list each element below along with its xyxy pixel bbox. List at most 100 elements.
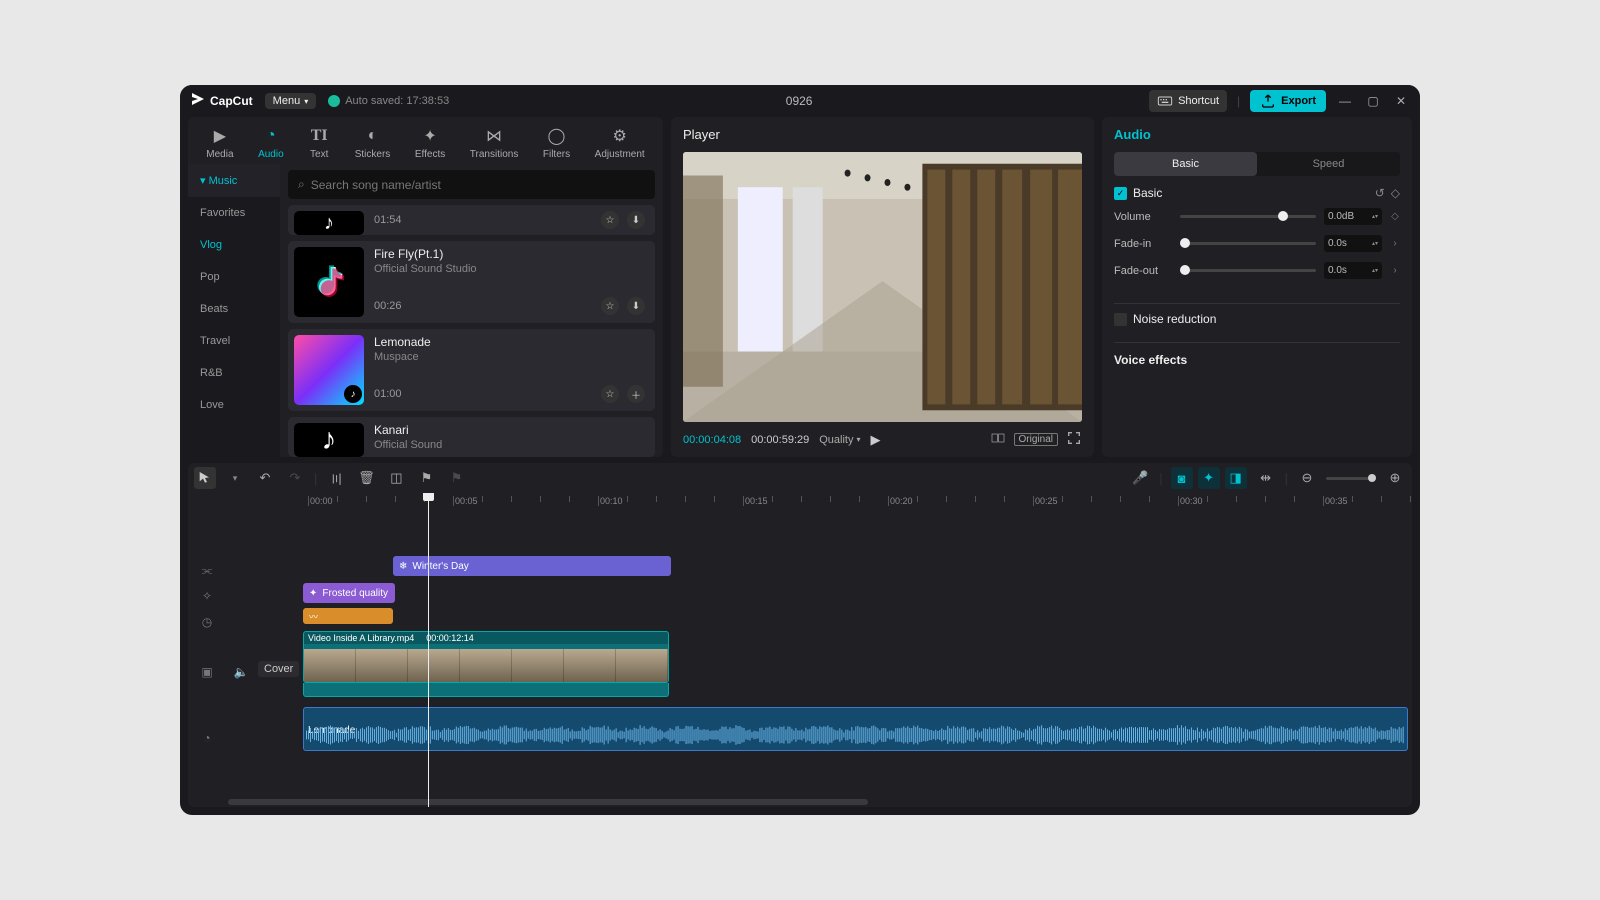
tab-text[interactable]: TIText — [306, 121, 332, 164]
media-icon: ▶ — [209, 125, 231, 147]
select-tool[interactable] — [194, 467, 216, 489]
tab-filters[interactable]: ◯Filters — [541, 121, 572, 164]
logo-icon — [190, 93, 206, 109]
compare-icon[interactable] — [990, 430, 1006, 449]
shortcut-button[interactable]: Shortcut — [1149, 90, 1227, 112]
playhead[interactable] — [428, 493, 429, 807]
nav-beats[interactable]: Beats — [188, 293, 280, 325]
tab-adjustment[interactable]: ⚙Adjustment — [593, 121, 647, 164]
fadein-value[interactable]: 0.0s▴▾ — [1324, 235, 1382, 252]
track-item[interactable]: ♪ Lemonade Muspace 01:00 ☆ ＋ — [288, 329, 655, 411]
redo-button[interactable]: ↷ — [284, 467, 306, 489]
tab-stickers[interactable]: ◐Stickers — [353, 121, 393, 164]
flag-button[interactable]: ⚑ — [415, 467, 437, 489]
keyframe-icon[interactable]: ◇ — [1390, 211, 1400, 222]
star-icon[interactable]: ✧ — [198, 587, 216, 605]
reset-icon[interactable]: ↺ — [1375, 186, 1385, 200]
player-viewport[interactable] — [683, 152, 1082, 422]
audio-clip[interactable]: Lemonade — [303, 707, 1408, 751]
fadein-slider[interactable] — [1180, 242, 1316, 245]
link-icon[interactable]: ⫘ — [198, 561, 216, 579]
horizontal-scrollbar[interactable] — [228, 799, 868, 805]
download-icon[interactable]: ⬇ — [627, 297, 645, 315]
favorite-icon[interactable]: ☆ — [601, 297, 619, 315]
delete-button[interactable]: 🗑 — [355, 467, 377, 489]
menu-button[interactable]: Menu ▾ — [265, 93, 317, 109]
zoom-fit-button[interactable]: ⊕ — [1384, 467, 1406, 489]
video-clip[interactable]: Video Inside A Library.mp4 00:00:12:14 — [303, 631, 669, 683]
mic-button[interactable]: 🎤 — [1129, 467, 1151, 489]
volume-value[interactable]: 0.0dB▴▾ — [1324, 208, 1382, 225]
checkbox-icon[interactable] — [1114, 313, 1127, 326]
close-button[interactable]: ✕ — [1392, 94, 1410, 108]
timeline-ruler[interactable]: 00:0000:0500:1000:1500:2000:2500:3000:35 — [188, 493, 1412, 511]
keyframe-icon[interactable]: ◇ — [1391, 186, 1400, 200]
snap-1[interactable]: ◙ — [1171, 467, 1193, 489]
clock-icon[interactable]: ◷ — [198, 613, 216, 631]
track-item[interactable]: ♪ Kanari Official Sound — [288, 417, 655, 457]
nav-rnb[interactable]: R&B — [188, 357, 280, 389]
tab-media[interactable]: ▶Media — [204, 121, 235, 164]
fadeout-slider[interactable] — [1180, 269, 1316, 272]
audio-track-icon[interactable]: ◔ — [198, 729, 216, 747]
play-button[interactable]: ▶ — [871, 432, 881, 448]
tab-basic[interactable]: Basic — [1114, 152, 1257, 176]
crop-button[interactable]: ◫ — [385, 467, 407, 489]
nav-pop[interactable]: Pop — [188, 261, 280, 293]
quality-dropdown[interactable]: Quality ▾ — [819, 434, 860, 446]
titlebar: CapCut Menu ▾ Auto saved: 17:38:53 0926 … — [180, 85, 1420, 117]
chevron-down-icon: ▾ — [304, 97, 308, 106]
search-input[interactable]: ⌕ Search song name/artist — [288, 170, 655, 199]
auto-align-button[interactable]: ⇹ — [1255, 467, 1277, 489]
video-audio-lane[interactable] — [303, 683, 669, 697]
favorite-icon[interactable]: ☆ — [601, 385, 619, 403]
cover-label[interactable]: Cover — [258, 661, 299, 677]
download-icon[interactable]: ⬇ — [627, 211, 645, 229]
snap-2[interactable]: ✦ — [1198, 467, 1220, 489]
select-mode-dropdown[interactable]: ▾ — [224, 467, 246, 489]
add-icon[interactable]: ＋ — [627, 385, 645, 403]
keyframe-icon[interactable]: › — [1390, 265, 1400, 276]
tab-effects[interactable]: ✦Effects — [413, 121, 447, 164]
zoom-out-button[interactable]: ⊖ — [1296, 467, 1318, 489]
nav-music[interactable]: Music — [188, 164, 280, 197]
checkbox-icon[interactable]: ✓ — [1114, 187, 1127, 200]
voice-effects-header[interactable]: Voice effects — [1102, 347, 1412, 377]
nav-love[interactable]: Love — [188, 389, 280, 421]
snow-icon: ❄ — [399, 561, 407, 572]
lock-icon[interactable]: ▣ — [198, 663, 216, 681]
track-duration: 01:00 — [374, 388, 402, 400]
track-item[interactable]: Fire Fly(Pt.1) Official Sound Studio 00:… — [288, 241, 655, 323]
volume-slider[interactable] — [1180, 215, 1316, 218]
timeline[interactable]: 00:0000:0500:1000:1500:2000:2500:3000:35… — [188, 493, 1412, 807]
nav-travel[interactable]: Travel — [188, 325, 280, 357]
split-button[interactable]: 〣 — [325, 467, 347, 489]
track-item[interactable]: ♪ 01:54 ☆ ⬇ — [288, 205, 655, 235]
minimize-button[interactable]: — — [1336, 94, 1354, 108]
noise-reduction-row: Noise reduction — [1114, 312, 1400, 326]
track-name: Fire Fly(Pt.1) — [374, 247, 649, 261]
adjustment-clip[interactable]: 〰 — [303, 608, 393, 624]
fadeout-value[interactable]: 0.0s▴▾ — [1324, 262, 1382, 279]
zoom-slider[interactable] — [1326, 477, 1376, 480]
track-duration: 00:26 — [374, 300, 402, 312]
tab-speed[interactable]: Speed — [1257, 152, 1400, 176]
tab-audio[interactable]: ◔Audio — [256, 121, 286, 164]
clip-area[interactable]: ❄ Winter's Day ✦ Frosted quality 〰 Video… — [303, 511, 1406, 807]
flag2-button[interactable]: ⚑ — [445, 467, 467, 489]
fullscreen-icon[interactable] — [1066, 430, 1082, 449]
nav-vlog[interactable]: Vlog — [188, 229, 280, 261]
favorite-icon[interactable]: ☆ — [601, 211, 619, 229]
nav-favorites[interactable]: Favorites — [188, 197, 280, 229]
snap-3[interactable]: ◨ — [1225, 467, 1247, 489]
export-button[interactable]: Export — [1250, 90, 1326, 112]
keyframe-icon[interactable]: › — [1390, 238, 1400, 249]
effect-clip[interactable]: ❄ Winter's Day — [393, 556, 671, 576]
ratio-chip[interactable]: Original — [1014, 433, 1058, 446]
mute-icon[interactable]: 🔈 — [232, 663, 250, 681]
undo-button[interactable]: ↶ — [254, 467, 276, 489]
filter-clip[interactable]: ✦ Frosted quality — [303, 583, 395, 603]
tab-transitions[interactable]: ⋈Transitions — [468, 121, 521, 164]
maximize-button[interactable]: ▢ — [1364, 94, 1382, 108]
adjustment-icon: ⚙ — [609, 125, 631, 147]
